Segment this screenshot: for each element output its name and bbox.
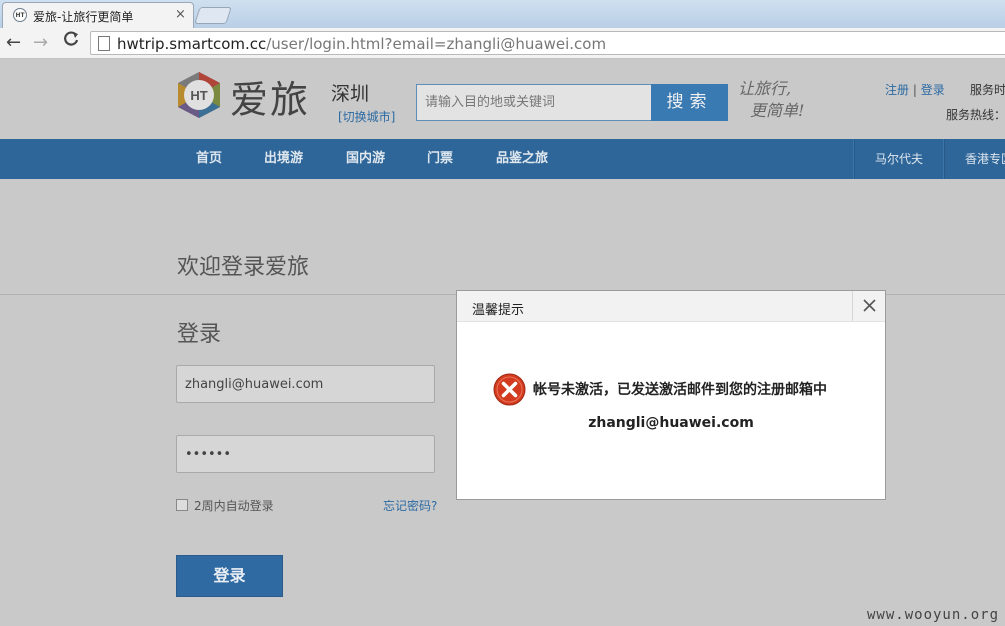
- nav-item-maldives[interactable]: 马尔代夫: [875, 139, 923, 179]
- nav-item-outbound[interactable]: 出境游: [264, 139, 303, 179]
- watermark: www.wooyun.org: [867, 607, 1000, 623]
- password-input[interactable]: [177, 436, 433, 472]
- current-city: 深圳: [331, 83, 370, 105]
- switch-city-link[interactable]: [切换城市]: [338, 108, 395, 125]
- nav-item-domestic[interactable]: 国内游: [346, 139, 385, 179]
- login-link[interactable]: 登录: [921, 83, 945, 97]
- nav-item-hongkong[interactable]: 香港专区: [965, 139, 1005, 179]
- login-submit-button[interactable]: 登录: [176, 555, 283, 597]
- dialog-title: 温馨提示: [472, 303, 525, 318]
- logo-badge-text: HT: [190, 88, 207, 103]
- forgot-password-link[interactable]: 忘记密码?: [383, 497, 437, 514]
- url-host: hwtrip.smartcom.cc: [117, 35, 267, 53]
- nav-item-home[interactable]: 首页: [196, 139, 222, 179]
- dialog-titlebar: 温馨提示: [457, 291, 885, 322]
- slogan-line-2: 更简单!: [750, 101, 805, 120]
- login-heading: 登录: [177, 322, 222, 347]
- account-links: 注册 | 登录: [885, 81, 945, 98]
- email-input[interactable]: [177, 366, 433, 402]
- register-link[interactable]: 注册: [885, 83, 909, 97]
- nav-item-tickets[interactable]: 门票: [427, 139, 453, 179]
- forward-arrow-icon[interactable]: →: [33, 32, 48, 53]
- browser-tabstrip: HT 爱旅-让旅行更简单 ×: [0, 0, 1005, 28]
- service-hotline: 服务热线：: [946, 108, 1005, 122]
- reload-icon[interactable]: [62, 30, 80, 53]
- dialog-message: 帐号未激活，已发送激活邮件到您的注册邮箱中: [533, 382, 827, 398]
- search-box[interactable]: [416, 84, 657, 121]
- alert-dialog: 温馨提示 帐号未激活，已发送激活邮件到您的注册邮箱中 zhangli@huawe…: [456, 290, 886, 500]
- tab-close-icon[interactable]: ×: [175, 7, 186, 22]
- slogan-line-1: 让旅行,: [738, 79, 792, 98]
- error-icon: [493, 373, 526, 406]
- link-separator: |: [912, 83, 917, 97]
- close-icon: [863, 299, 876, 312]
- remember-me-checkbox[interactable]: [176, 499, 188, 511]
- remember-me[interactable]: 2周内自动登录: [176, 497, 274, 514]
- nav-item-tasting-tour[interactable]: 品鉴之旅: [496, 139, 548, 179]
- search-input[interactable]: [417, 85, 657, 120]
- slogan: 让旅行, 更简单!: [738, 78, 828, 122]
- nav-divider: [943, 139, 945, 179]
- back-arrow-icon[interactable]: ←: [6, 32, 21, 53]
- dialog-close-button[interactable]: [852, 291, 885, 321]
- dialog-email: zhangli@huawei.com: [588, 415, 754, 431]
- logo-text[interactable]: 爱旅: [230, 69, 310, 124]
- service-time: 服务时: [970, 83, 1005, 97]
- remember-me-label: 2周内自动登录: [194, 499, 274, 513]
- logo-badge-icon[interactable]: HT: [176, 71, 222, 119]
- main-nav: 首页 出境游 国内游 门票 品鉴之旅 马尔代夫 香港专区: [0, 139, 1005, 179]
- url-text[interactable]: hwtrip.smartcom.cc/user/login.html?email…: [117, 35, 606, 53]
- site-favicon-icon: HT: [13, 8, 27, 22]
- password-field[interactable]: [176, 435, 435, 473]
- tab-title: 爱旅-让旅行更简单: [33, 10, 134, 24]
- browser-toolbar: ← → hwtrip.smartcom.cc/user/login.html?e…: [0, 28, 1005, 59]
- browser-tab[interactable]: HT 爱旅-让旅行更简单 ×: [2, 2, 194, 28]
- nav-divider: [853, 139, 855, 179]
- email-field[interactable]: [176, 365, 435, 403]
- welcome-heading: 欢迎登录爱旅: [177, 255, 310, 280]
- page-icon: [98, 36, 110, 51]
- url-path: /user/login.html?email=zhangli@huawei.co…: [266, 35, 607, 53]
- address-bar[interactable]: hwtrip.smartcom.cc/user/login.html?email…: [90, 31, 1005, 55]
- search-button[interactable]: 搜索: [651, 84, 728, 121]
- new-tab-button[interactable]: [194, 7, 232, 24]
